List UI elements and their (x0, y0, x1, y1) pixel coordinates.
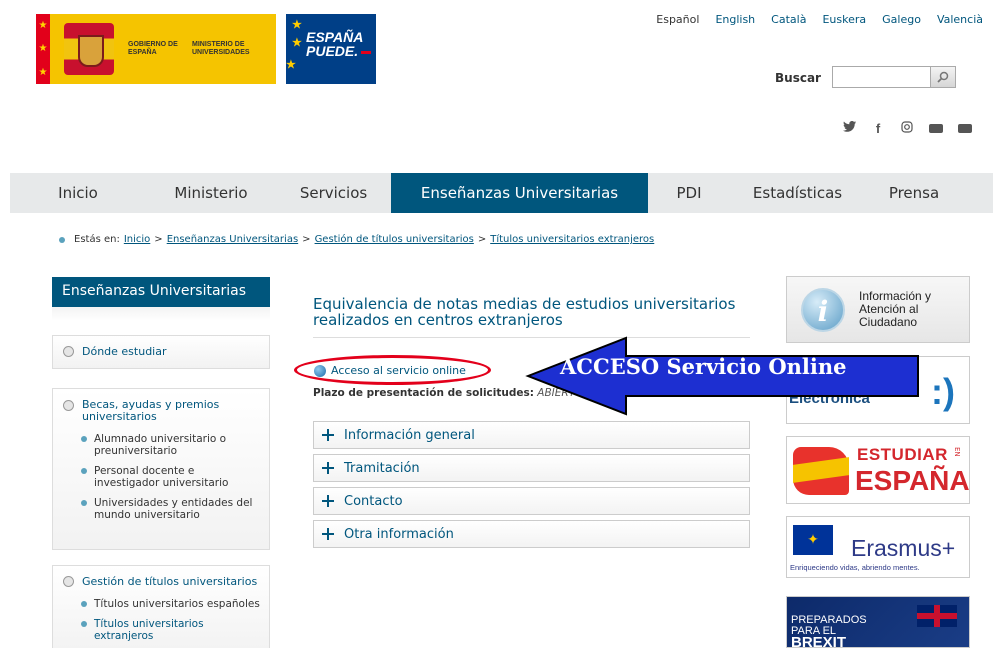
nav-pdi[interactable]: PDI (648, 173, 730, 213)
nav-inicio[interactable]: Inicio (10, 173, 146, 213)
facebook-icon[interactable]: f (871, 121, 885, 137)
lang-es[interactable]: Español (656, 13, 699, 26)
lang-eu[interactable]: Euskera (822, 13, 866, 26)
bullet-icon (81, 436, 87, 442)
sidebar-subitem-active[interactable]: Títulos universitarios extranjeros (53, 618, 269, 642)
coat-of-arms-icon (64, 23, 114, 75)
search-label: Buscar (775, 71, 821, 85)
gobierno-logo[interactable]: ★ ★ ★ GOBIERNO DE ESPAÑA MINISTERIO DE UNI… (36, 14, 276, 84)
banner-info-text: Información y Atención al Ciudadano (859, 289, 932, 329)
espana-puede-logo[interactable]: ★ ★ ★ ESPAÑA PUEDE. (286, 14, 376, 84)
nav-ministerio[interactable]: Ministerio (146, 173, 276, 213)
star-icon: ★ (292, 37, 302, 49)
bullet-icon (81, 621, 87, 627)
breadcrumb-link[interactable]: Títulos universitarios extranjeros (490, 234, 654, 245)
banner-estudiar-en: EN (953, 447, 961, 457)
main-nav: Inicio Ministerio Servicios Enseñanzas U… (10, 173, 993, 213)
sidebar-item-gestion-titulos[interactable]: Gestión de títulos universitarios (53, 566, 269, 588)
espana-puede-line1: ESPAÑA (306, 29, 364, 45)
banner-estudiar-line1: ESTUDIAR (857, 445, 948, 464)
annotation-label: ACCESO Servicio Online (560, 354, 847, 379)
ministerio-text: MINISTERIO DE UNIVERSIDADES (192, 41, 250, 56)
expand-plus-icon (322, 495, 334, 507)
accordion-otra-informacion[interactable]: Otra información (313, 520, 750, 548)
accordion-contacto[interactable]: Contacto (313, 487, 750, 515)
nav-estadisticas[interactable]: Estadísticas (730, 173, 865, 213)
banner-brexit[interactable]: PREPARADOS PARA EL BREXIT (786, 596, 970, 648)
star-icon: ★ (286, 59, 296, 71)
breadcrumb-prefix: Estás en: (74, 234, 120, 245)
breadcrumb-link[interactable]: Inicio (124, 234, 150, 245)
expand-plus-icon (322, 429, 334, 441)
star-icon: ★ (292, 19, 302, 31)
lang-va[interactable]: Valencià (937, 13, 983, 26)
banner-erasmus[interactable]: ✦ Erasmus+ Enriqueciendo vidas, abriendo… (786, 516, 970, 578)
radio-bullet-icon (63, 346, 74, 357)
language-selector: Español English Català Euskera Galego Va… (640, 13, 983, 26)
sidebar-title: Enseñanzas Universitarias (52, 277, 270, 307)
sidebar-subitem[interactable]: Universidades y entidades del mundo univ… (53, 497, 269, 521)
lang-en[interactable]: English (715, 13, 755, 26)
gobierno-text: GOBIERNO DE ESPAÑA (128, 41, 178, 56)
expand-plus-icon (322, 528, 334, 540)
sidebar-subitem[interactable]: Personal docente e investigador universi… (53, 465, 269, 489)
bullet-icon (81, 601, 87, 607)
banner-erasmus-sub: Enriqueciendo vidas, abriendo mentes. (790, 563, 920, 572)
bullet-icon (81, 468, 87, 474)
search-button[interactable] (930, 66, 956, 88)
instagram-icon[interactable] (900, 121, 914, 137)
sidebar-item-donde-estudiar[interactable]: Dónde estudiar (53, 336, 269, 358)
sidebar-section: Gestión de títulos universitarios Título… (52, 565, 270, 648)
banner-brexit-text: PREPARADOS PARA EL BREXIT (791, 614, 867, 648)
radio-bullet-icon (63, 576, 74, 587)
sidebar-subitem[interactable]: Títulos universitarios españoles (53, 598, 269, 610)
social-links: f (842, 121, 972, 137)
breadcrumb-link[interactable]: Gestión de títulos universitarios (315, 234, 474, 245)
sidebar-subitem[interactable]: Alumnado universitario o preuniversitari… (53, 433, 269, 457)
sidebar-section: Dónde estudiar (52, 335, 270, 369)
page-title: Equivalencia de notas medias de estudios… (313, 295, 736, 329)
banner-estudiar-en-espana[interactable]: ESTUDIAR EN ESPAÑA (786, 436, 970, 504)
eu-flag-icon: ✦ (793, 525, 833, 555)
info-icon: i (801, 287, 845, 332)
sidebar-title-shadow (52, 307, 270, 321)
uk-flag-icon (917, 605, 957, 627)
nav-prensa[interactable]: Prensa (865, 173, 963, 213)
sidebar-item-becas[interactable]: Becas, ayudas y premios universitarios (53, 389, 269, 423)
banner-erasmus-word: Erasmus+ (851, 535, 956, 561)
highlight-ellipse (294, 355, 491, 385)
search-icon (937, 71, 949, 83)
accordion-informacion-general[interactable]: Información general (313, 421, 750, 449)
bullet-icon (59, 236, 65, 243)
accordion-tramitacion[interactable]: Tramitación (313, 454, 750, 482)
nav-ensenanzas[interactable]: Enseñanzas Universitarias (391, 173, 648, 213)
breadcrumb-link[interactable]: Enseñanzas Universitarias (167, 234, 298, 245)
espana-puede-line2: PUEDE. (306, 44, 376, 58)
banner-estudiar-line2: ESPAÑA (855, 465, 970, 496)
smile-icon: :) (931, 371, 955, 412)
lang-gl[interactable]: Galego (882, 13, 921, 26)
twitter-icon[interactable] (842, 121, 856, 137)
expand-plus-icon (322, 462, 334, 474)
sidebar-section: Becas, ayudas y premios universitarios A… (52, 388, 270, 550)
banner-informacion-ciudadano[interactable]: i Información y Atención al Ciudadano (786, 276, 970, 343)
youtube-icon[interactable] (929, 121, 943, 137)
lang-ca[interactable]: Català (771, 13, 806, 26)
eu-flag-strip: ★ ★ ★ (36, 14, 50, 84)
breadcrumb: Estás en: Inicio > Enseñanzas Universita… (59, 234, 654, 245)
radio-bullet-icon (63, 400, 74, 411)
nav-servicios[interactable]: Servicios (276, 173, 391, 213)
deadline-label: Plazo de presentación de solicitudes: (313, 387, 534, 399)
bullet-icon (81, 500, 87, 506)
flickr-icon[interactable] (958, 121, 972, 137)
